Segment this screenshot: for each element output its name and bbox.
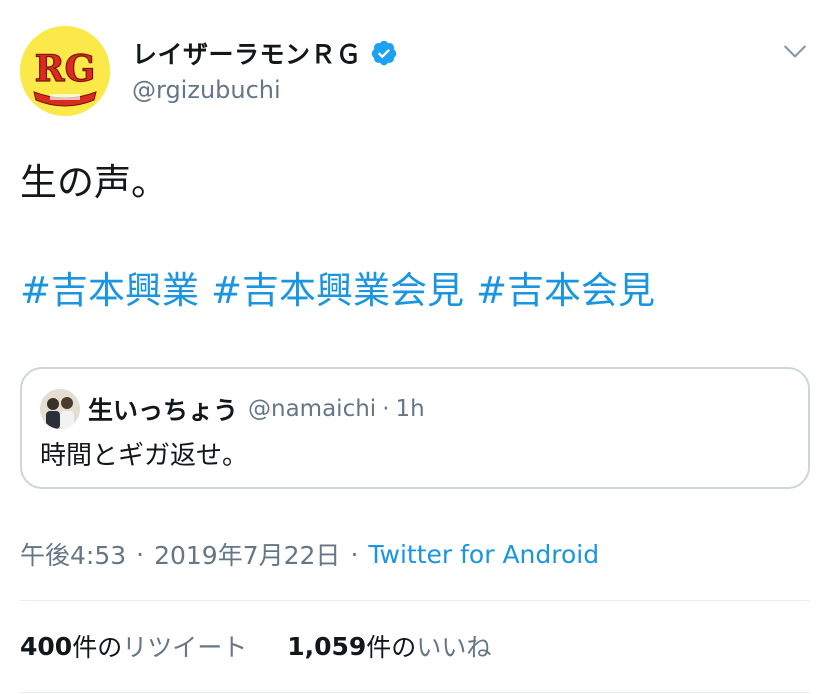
- retweet-stat[interactable]: 400 件の リツイート: [20, 628, 247, 664]
- quoted-tweet[interactable]: 生いっちょう @namaichi · 1h 時間とギガ返せ。: [20, 367, 810, 489]
- retweet-unit: 件の: [72, 633, 123, 662]
- tweet-stats: 400 件の リツイート 1,059 件の いいね: [20, 628, 491, 664]
- author-avatar[interactable]: RG: [20, 26, 110, 116]
- quoted-author-avatar: [40, 389, 80, 429]
- hashtag-list: #吉本興業 #吉本興業会見 #吉本会見: [20, 260, 667, 314]
- tweet-meta: 午後4:53 · 2019年7月22日 · Twitter for Androi…: [20, 536, 599, 572]
- quoted-display-name: 生いっちょう: [88, 396, 239, 425]
- like-count: 1,059: [287, 631, 367, 661]
- avatar-logo-text: RG: [35, 48, 96, 90]
- divider: [20, 600, 810, 601]
- retweet-count: 400: [20, 631, 73, 661]
- tweet: RG レイザーラモンＲＧ @rgizubuchi 生の声。 #吉本興業 #吉本興業…: [0, 0, 828, 694]
- tweet-date[interactable]: 2019年7月22日: [154, 536, 340, 572]
- quoted-separator: ·: [382, 396, 390, 422]
- retweet-label: リツイート: [122, 633, 248, 662]
- like-stat[interactable]: 1,059 件の いいね: [287, 628, 491, 664]
- hashtag-link[interactable]: #吉本会見: [476, 269, 655, 312]
- meta-separator: ·: [350, 539, 359, 569]
- like-unit: 件の: [366, 633, 417, 662]
- tweet-time[interactable]: 午後4:53: [20, 536, 126, 572]
- verified-badge-icon: [371, 40, 396, 66]
- hashtag-link[interactable]: #吉本興業: [20, 269, 199, 312]
- author-display-name[interactable]: レイザーラモンＲＧ: [132, 35, 362, 71]
- quoted-time: 1h: [395, 396, 425, 422]
- quoted-avatar-photo-icon: [40, 389, 80, 429]
- divider: [20, 692, 810, 693]
- meta-separator: ·: [136, 539, 145, 569]
- quoted-header: 生いっちょう @namaichi · 1h: [88, 389, 425, 429]
- author-name-row[interactable]: レイザーラモンＲＧ: [132, 36, 398, 70]
- chevron-down-icon[interactable]: [782, 38, 808, 64]
- like-label: いいね: [416, 633, 492, 662]
- tweet-text: 生の声。: [20, 161, 168, 204]
- hashtag-link[interactable]: #吉本興業会見: [211, 269, 464, 312]
- author-handle[interactable]: @rgizubuchi: [132, 76, 281, 104]
- quoted-text: 時間とギガ返せ。: [40, 441, 249, 471]
- quoted-handle: @namaichi: [248, 396, 377, 422]
- tweet-source-link[interactable]: Twitter for Android: [368, 540, 599, 569]
- rg-logo-icon: RG: [20, 26, 110, 116]
